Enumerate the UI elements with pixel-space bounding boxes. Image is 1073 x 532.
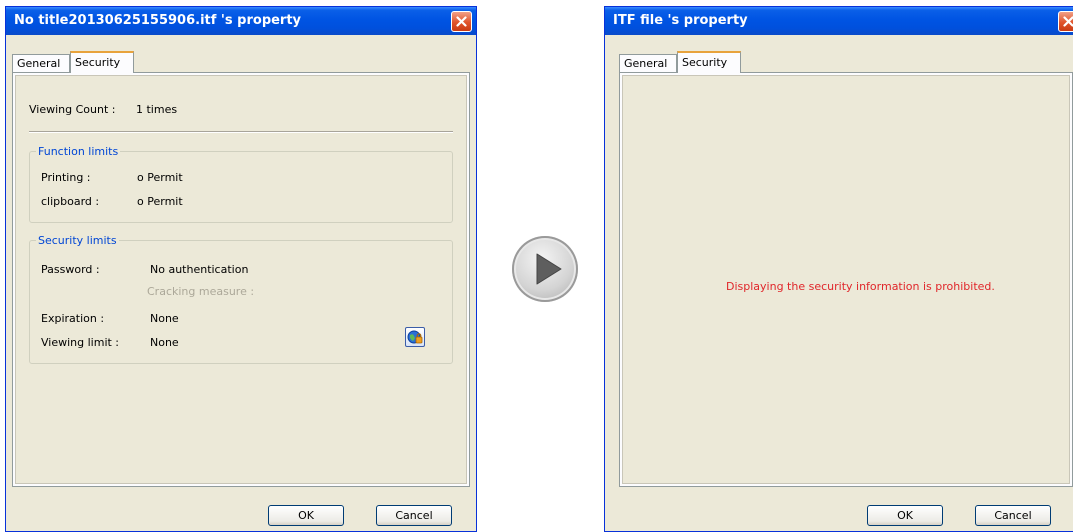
window-title: No title20130625155906.itf 's property xyxy=(14,13,302,28)
expiration-label: Expiration : xyxy=(41,312,105,325)
close-button[interactable] xyxy=(1058,11,1073,32)
globe-lock-icon xyxy=(407,330,423,344)
security-limits-legend: Security limits xyxy=(36,234,119,247)
security-panel: Viewing Count : 1 times Function limits … xyxy=(12,72,470,487)
viewing-limit-value: None xyxy=(150,336,179,349)
title-bar[interactable]: ITF file 's property xyxy=(605,7,1073,35)
security-limits-group: Security limits Password : No authentica… xyxy=(29,234,453,364)
panel-inner: Viewing Count : 1 times Function limits … xyxy=(15,75,467,484)
viewing-count-value: 1 times xyxy=(136,103,178,116)
viewing-limit-label: Viewing limit : xyxy=(41,336,120,349)
separator xyxy=(29,131,453,133)
ok-button[interactable]: OK xyxy=(268,505,344,526)
close-icon xyxy=(456,16,467,27)
cracking-measure-label: Cracking measure : xyxy=(147,285,255,298)
tab-general[interactable]: General xyxy=(619,54,677,72)
property-dialog-left: No title20130625155906.itf 's property G… xyxy=(5,6,477,532)
ok-button[interactable]: OK xyxy=(867,505,943,526)
cancel-button[interactable]: Cancel xyxy=(376,505,452,526)
ok-label: OK xyxy=(298,509,314,522)
tab-label: Security xyxy=(75,56,121,69)
cancel-button[interactable]: Cancel xyxy=(975,505,1051,526)
tab-label: General xyxy=(624,57,668,70)
cancel-label: Cancel xyxy=(395,509,433,522)
tab-security[interactable]: Security xyxy=(677,51,741,73)
tab-general[interactable]: General xyxy=(12,54,70,72)
security-panel: Displaying the security information is p… xyxy=(619,72,1073,487)
clipboard-value: o Permit xyxy=(137,195,183,208)
clipboard-label: clipboard : xyxy=(41,195,100,208)
property-dialog-right: ITF file 's property General Security Di… xyxy=(604,6,1073,532)
function-limits-group: Function limits Printing : o Permit clip… xyxy=(29,145,453,223)
cancel-label: Cancel xyxy=(994,509,1032,522)
play-arrow-icon xyxy=(512,236,578,302)
tab-label: General xyxy=(17,57,61,70)
title-bar[interactable]: No title20130625155906.itf 's property xyxy=(6,7,476,35)
password-value: No authentication xyxy=(150,263,249,276)
window-title: ITF file 's property xyxy=(613,13,748,28)
close-icon xyxy=(1063,16,1073,27)
ok-label: OK xyxy=(897,509,913,522)
prohibited-message: Displaying the security information is p… xyxy=(726,280,995,293)
expiration-value: None xyxy=(150,312,179,325)
function-limits-legend: Function limits xyxy=(36,145,121,158)
tab-label: Security xyxy=(682,56,728,69)
printing-value: o Permit xyxy=(137,171,183,184)
panel-inner: Displaying the security information is p… xyxy=(622,75,1070,484)
security-detail-button[interactable] xyxy=(405,327,425,347)
close-button[interactable] xyxy=(451,11,472,32)
printing-label: Printing : xyxy=(41,171,91,184)
password-label: Password : xyxy=(41,263,100,276)
viewing-count-label: Viewing Count : xyxy=(29,103,116,116)
tab-security[interactable]: Security xyxy=(70,51,134,73)
